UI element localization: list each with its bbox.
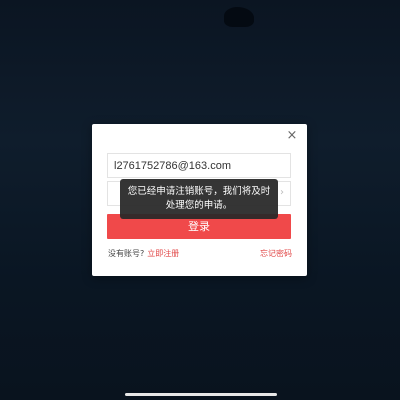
email-field[interactable]	[108, 154, 290, 178]
email-field-wrapper	[107, 153, 291, 178]
no-account-label: 没有账号?	[108, 249, 145, 258]
home-indicator[interactable]	[125, 393, 277, 396]
app-screen: × › 登录 没有账号?立即注册 忘记密码 您已经申请注销账号，我们将及时处理您…	[0, 0, 400, 400]
chevron-right-icon: ›	[280, 187, 284, 198]
forgot-password-link[interactable]: 忘记密码	[260, 249, 292, 259]
dialog-footer: 没有账号? 立即注册 忘记密码	[108, 249, 292, 259]
close-icon[interactable]: ×	[285, 129, 299, 143]
background-rock	[224, 7, 254, 27]
register-link[interactable]: 立即注册	[147, 249, 179, 258]
toast-message: 您已经申请注销账号，我们将及时处理您的申请。	[120, 179, 278, 219]
